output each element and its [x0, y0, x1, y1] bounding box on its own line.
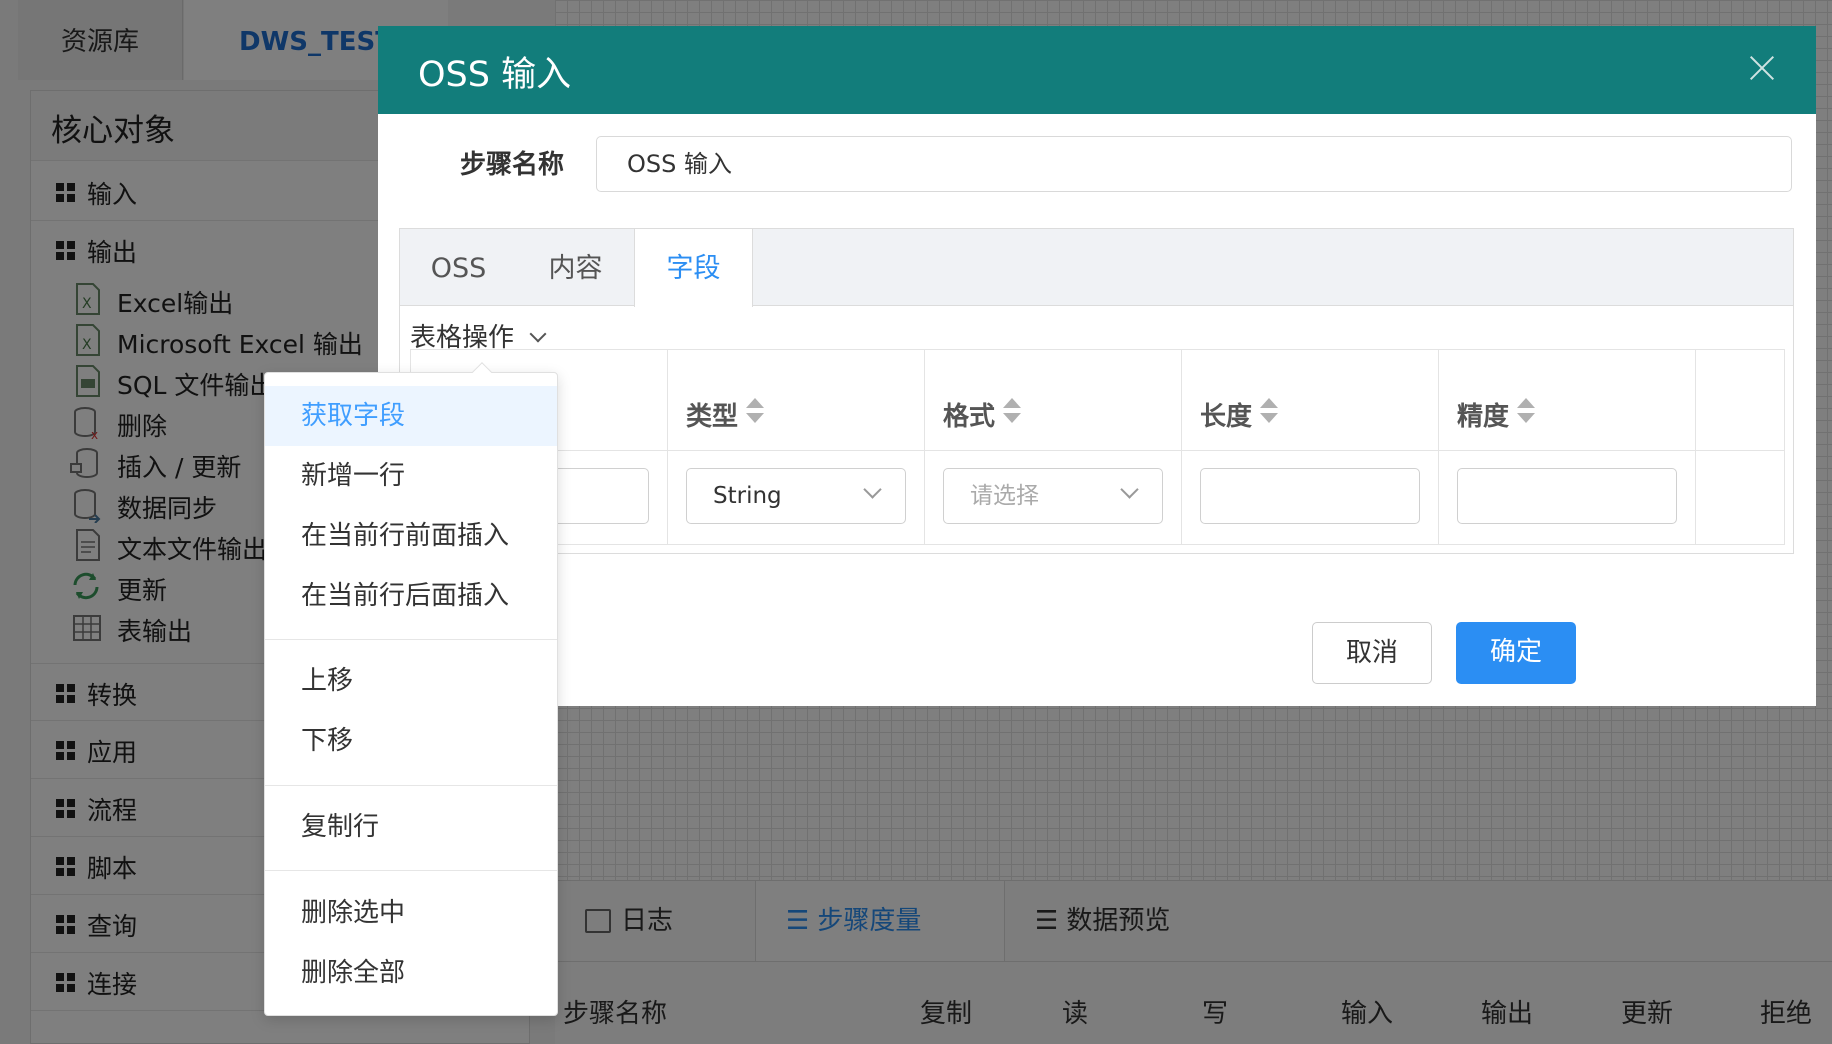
- menu-item-insert-before[interactable]: 在当前行前面插入: [265, 506, 557, 566]
- step-name-label: 步骤名称: [460, 150, 565, 180]
- column-type: 类型 String: [668, 350, 925, 544]
- menu-item-insert-after[interactable]: 在当前行后面插入: [265, 566, 557, 626]
- menu-item-move-up[interactable]: 上移: [265, 651, 557, 711]
- sort-icon[interactable]: [746, 398, 764, 424]
- precision-input[interactable]: [1457, 468, 1677, 524]
- dialog-title: OSS 输入: [418, 55, 572, 95]
- dialog-header: OSS 输入: [378, 26, 1816, 114]
- length-input[interactable]: [1200, 468, 1420, 524]
- menu-item-move-down[interactable]: 下移: [265, 711, 557, 771]
- chevron-down-icon: [529, 325, 547, 343]
- table-operations-menu: 获取字段 新增一行 在当前行前面插入 在当前行后面插入 上移 下移 复制行 删除…: [264, 362, 558, 1016]
- fields-table: 名称 类型 String 格式 请选择 长度: [410, 349, 1785, 545]
- sort-icon[interactable]: [1260, 398, 1278, 424]
- chevron-down-icon: [1120, 480, 1139, 499]
- tab-oss[interactable]: OSS: [400, 229, 517, 306]
- menu-item-delete-all[interactable]: 删除全部: [265, 943, 557, 1003]
- column-header-precision: 精度: [1457, 402, 1510, 432]
- ok-button[interactable]: 确定: [1456, 622, 1576, 684]
- tab-content[interactable]: 内容: [517, 229, 634, 306]
- type-select[interactable]: String: [686, 468, 906, 524]
- dialog-tab-panel: OSS 内容 字段 表格操作 名称 类型 String 格式: [399, 228, 1794, 554]
- tab-fields[interactable]: 字段: [634, 229, 753, 307]
- menu-item-copy-row[interactable]: 复制行: [265, 797, 557, 857]
- close-icon[interactable]: [1748, 54, 1776, 82]
- sort-icon[interactable]: [1517, 398, 1535, 424]
- menu-divider: [265, 870, 557, 871]
- menu-divider: [265, 785, 557, 786]
- column-header-format: 格式: [943, 402, 996, 432]
- oss-input-dialog: OSS 输入 步骤名称 OSS 输入 OSS 内容 字段 表格操作 名称 类型 …: [378, 26, 1816, 706]
- step-name-input[interactable]: OSS 输入: [596, 136, 1792, 192]
- menu-item-delete-selected[interactable]: 删除选中: [265, 883, 557, 943]
- column-precision: 精度: [1439, 350, 1696, 544]
- tab-bar: OSS 内容 字段: [400, 229, 1793, 307]
- type-select-value: String: [713, 483, 782, 509]
- column-header-type: 类型: [686, 402, 739, 432]
- chevron-down-icon: [863, 480, 882, 499]
- format-select-placeholder: 请选择: [970, 483, 1039, 509]
- menu-item-add-row[interactable]: 新增一行: [265, 446, 557, 506]
- menu-divider: [265, 639, 557, 640]
- column-length: 长度: [1182, 350, 1439, 544]
- sort-icon[interactable]: [1003, 398, 1021, 424]
- column-header-length: 长度: [1200, 402, 1253, 432]
- column-format: 格式 请选择: [925, 350, 1182, 544]
- format-select[interactable]: 请选择: [943, 468, 1163, 524]
- cancel-button[interactable]: 取消: [1312, 622, 1432, 684]
- menu-item-get-fields[interactable]: 获取字段: [265, 386, 557, 446]
